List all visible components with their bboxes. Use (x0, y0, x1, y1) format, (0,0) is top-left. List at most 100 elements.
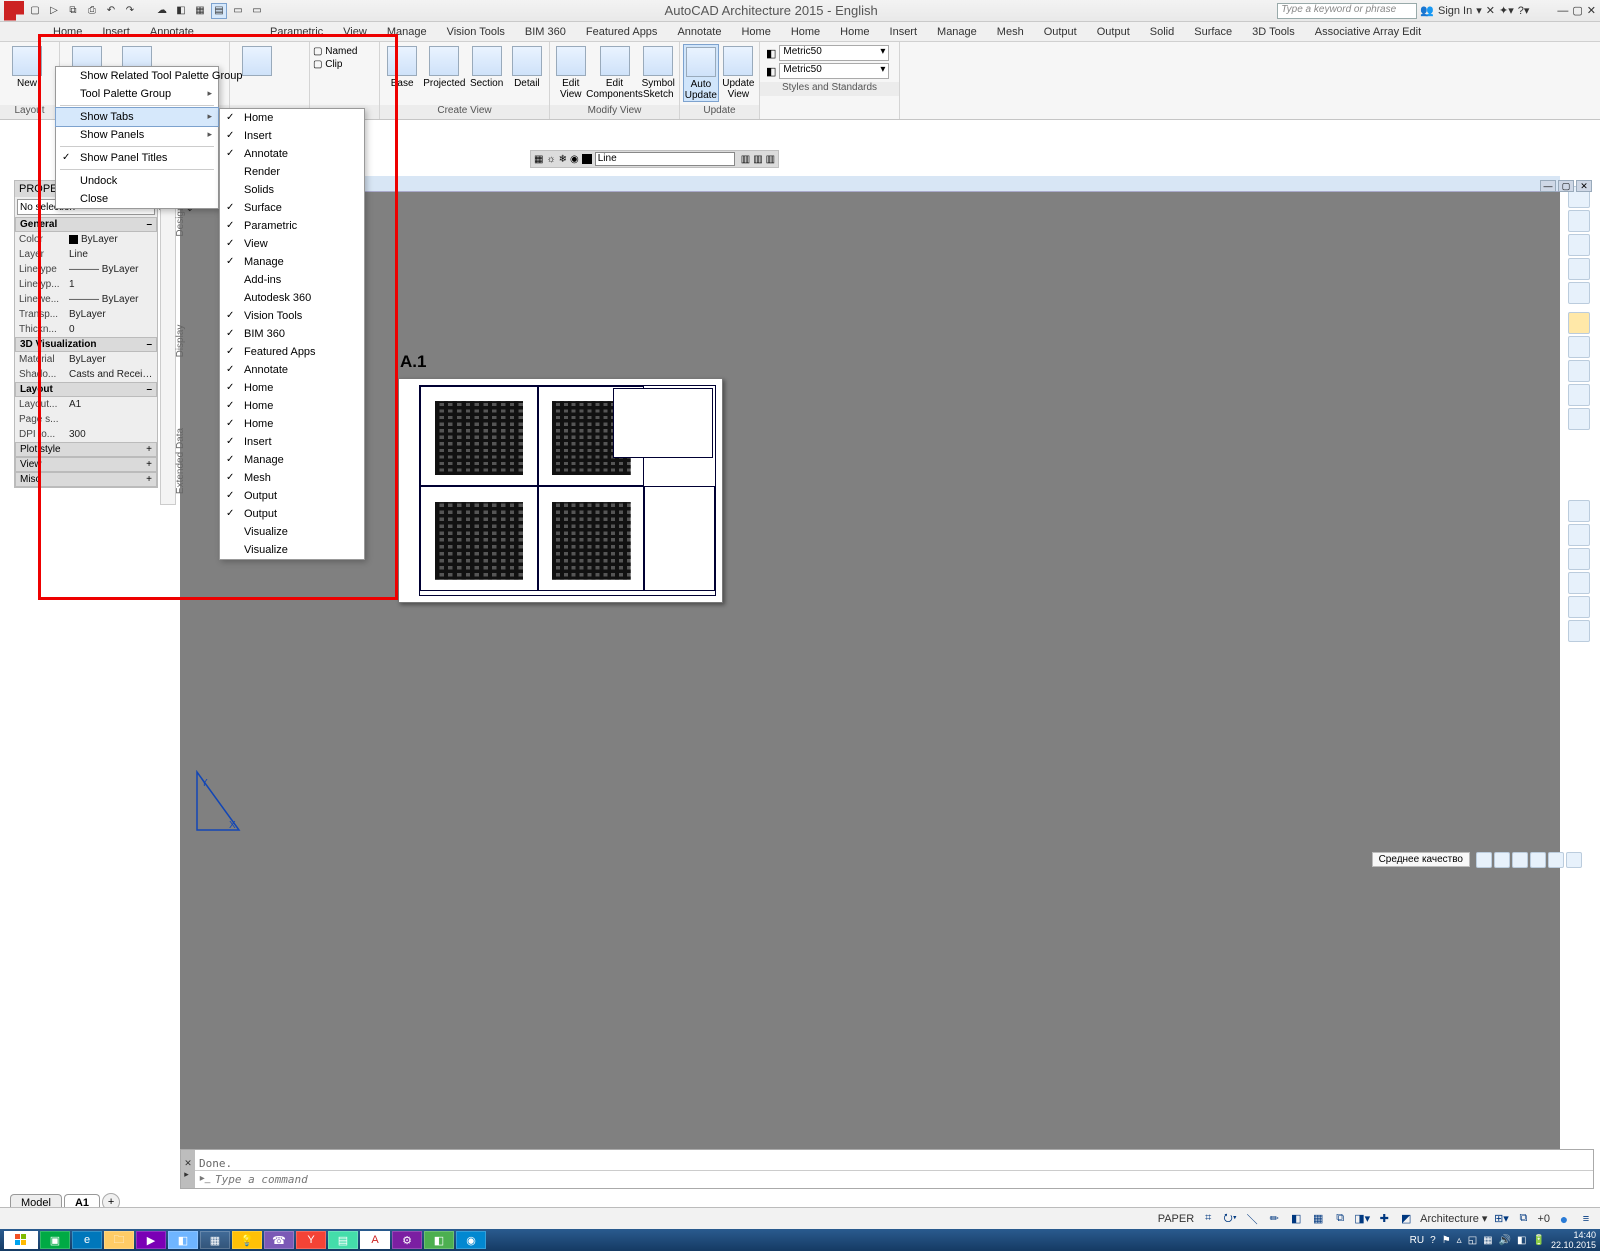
context-menu-item[interactable]: Show Panel Titles (56, 149, 218, 167)
detail-button[interactable]: Detail (508, 44, 546, 89)
editor-tools[interactable] (1568, 312, 1592, 430)
status-icon[interactable]: ⭮▾ (1222, 1211, 1238, 1227)
auto-update-button[interactable]: Auto Update (683, 44, 719, 102)
qat-redo-icon[interactable]: ↷ (122, 3, 138, 19)
side-tab-extended[interactable]: Extended Data (175, 421, 186, 501)
tray-help-icon[interactable]: ? (1430, 1235, 1436, 1246)
status-icon[interactable]: ◨▾ (1354, 1211, 1370, 1227)
tab-item[interactable]: Solid (1141, 23, 1183, 41)
property-row[interactable]: MaterialByLayer (15, 352, 157, 367)
section-header[interactable]: Plot style+ (15, 442, 157, 457)
tab-item[interactable]: Output (1088, 23, 1139, 41)
status-icon[interactable]: ⧉ (1332, 1211, 1348, 1227)
command-line-handle[interactable]: ✕▸ (181, 1150, 195, 1188)
tool-icon[interactable] (1568, 408, 1590, 430)
tab-item[interactable]: View (334, 23, 376, 41)
projected-button[interactable]: Projected (423, 44, 465, 89)
property-row[interactable]: ColorByLayer (15, 232, 157, 247)
nav-wheel-icon[interactable] (1568, 210, 1590, 232)
window-restore-icon[interactable]: ▢ (1572, 4, 1582, 17)
tab-item[interactable]: Mesh (988, 23, 1033, 41)
status-icon[interactable]: ＼ (1244, 1211, 1260, 1227)
tab-item[interactable]: Insert (881, 23, 927, 41)
taskbar-app-icon[interactable]: ⚙ (392, 1231, 422, 1249)
tab-item[interactable]: Annotate (141, 23, 203, 41)
context-menu-item[interactable]: Show Panels (56, 126, 218, 144)
context-menu-item[interactable]: Visualize (220, 541, 364, 559)
section-header[interactable]: Layout– (15, 382, 157, 397)
doc-close-icon[interactable]: ✕ (1576, 180, 1592, 192)
sec-icon[interactable] (582, 154, 592, 164)
taskbar-app-icon[interactable]: ◧ (424, 1231, 454, 1249)
qat-open-icon[interactable]: ▷ (46, 3, 62, 19)
snap-tools[interactable] (1568, 500, 1592, 642)
command-line[interactable]: ✕▸ Done. ▸_ (180, 1149, 1594, 1189)
qat-undo-icon[interactable]: ↶ (103, 3, 119, 19)
doc-minimize-icon[interactable]: — (1540, 180, 1556, 192)
tab-item[interactable]: Output (1035, 23, 1086, 41)
mini-tool-icon[interactable] (1530, 852, 1546, 868)
tab-item[interactable]: Home (732, 23, 779, 41)
context-menu-item[interactable]: Show Tabs (55, 107, 219, 127)
style-select-1[interactable]: Metric50 (779, 45, 889, 61)
property-row[interactable]: Linewe...——— ByLayer (15, 292, 157, 307)
status-icon[interactable]: ⌗ (1200, 1211, 1216, 1227)
context-menu-item[interactable]: Surface (220, 199, 364, 217)
mini-tool-icon[interactable] (1494, 852, 1510, 868)
context-menu-item[interactable]: View (220, 235, 364, 253)
snap-icon[interactable] (1568, 548, 1590, 570)
context-menu-item[interactable]: Manage (220, 253, 364, 271)
named-item[interactable]: ▢ Named (313, 46, 357, 57)
style-select-2[interactable]: Metric50 (779, 63, 889, 79)
command-input[interactable] (215, 1173, 1593, 1186)
help-star-icon[interactable]: ✦▾ (1499, 4, 1514, 17)
base-button[interactable]: Base (383, 44, 421, 89)
start-button[interactable] (4, 1231, 38, 1249)
ribbon-button[interactable] (233, 44, 281, 89)
tab-item[interactable]: Surface (1185, 23, 1241, 41)
tray-icon[interactable]: ◱ (1468, 1235, 1477, 1246)
tool-icon[interactable] (1568, 384, 1590, 406)
section-button[interactable]: Section (468, 44, 506, 89)
palette-side-tabs[interactable]: Design Display Extended Data (160, 180, 176, 505)
sec-icon[interactable]: ❄ (559, 154, 567, 165)
tab-item[interactable]: BIM 360 (516, 23, 575, 41)
qat-icon-1[interactable]: ◧ (173, 3, 189, 19)
property-row[interactable]: Transp...ByLayer (15, 307, 157, 322)
qat-new-icon[interactable]: ▢ (27, 3, 43, 19)
tray-icon[interactable]: ◧ (1517, 1235, 1526, 1246)
tab-item[interactable]: 3D Tools (1243, 23, 1304, 41)
status-icon[interactable]: ✏ (1266, 1211, 1282, 1227)
help-icon[interactable]: ?▾ (1518, 4, 1530, 17)
nav-pan-icon[interactable] (1568, 234, 1590, 256)
snap-icon[interactable] (1568, 500, 1590, 522)
taskbar-app-icon[interactable]: ▣ (40, 1231, 70, 1249)
context-menu-item[interactable]: Home (220, 109, 364, 127)
pencil-icon[interactable] (1568, 312, 1590, 334)
window-minimize-icon[interactable]: — (1557, 5, 1568, 17)
status-dot-icon[interactable]: ● (1556, 1211, 1572, 1227)
tray-lang[interactable]: RU (1410, 1235, 1424, 1246)
context-menu-item[interactable]: Close (56, 190, 218, 208)
property-row[interactable]: Layout...A1 (15, 397, 157, 412)
snap-icon[interactable] (1568, 572, 1590, 594)
sec-icon[interactable]: ▦ (534, 154, 543, 165)
sec-icon[interactable]: ☼ (546, 154, 555, 165)
status-icon[interactable]: ⊞▾ (1493, 1211, 1509, 1227)
qat-icon-active[interactable]: ▤ (211, 3, 227, 19)
drawing-tab-label[interactable]: Фасад... (180, 176, 1560, 192)
property-row[interactable]: Thickn...0 (15, 322, 157, 337)
tab-item[interactable]: Insert (93, 23, 139, 41)
status-icon[interactable]: ⧉ (1515, 1211, 1531, 1227)
qat-icon-4[interactable]: ▭ (249, 3, 265, 19)
sec-icon[interactable]: ◉ (570, 154, 579, 165)
style-icon[interactable]: ◧ (766, 47, 776, 60)
style-icon[interactable]: ◧ (766, 65, 776, 78)
context-menu-item[interactable]: Tool Palette Group (56, 85, 218, 103)
edit-components-button[interactable]: Edit Components (591, 44, 639, 100)
property-row[interactable]: DPI to...300 (15, 427, 157, 442)
sec-icon[interactable]: ▥ (753, 154, 762, 165)
context-menu-item[interactable]: BIM 360 (220, 325, 364, 343)
tray-flag-icon[interactable]: ⚑ (1442, 1235, 1451, 1246)
property-row[interactable]: LayerLine (15, 247, 157, 262)
